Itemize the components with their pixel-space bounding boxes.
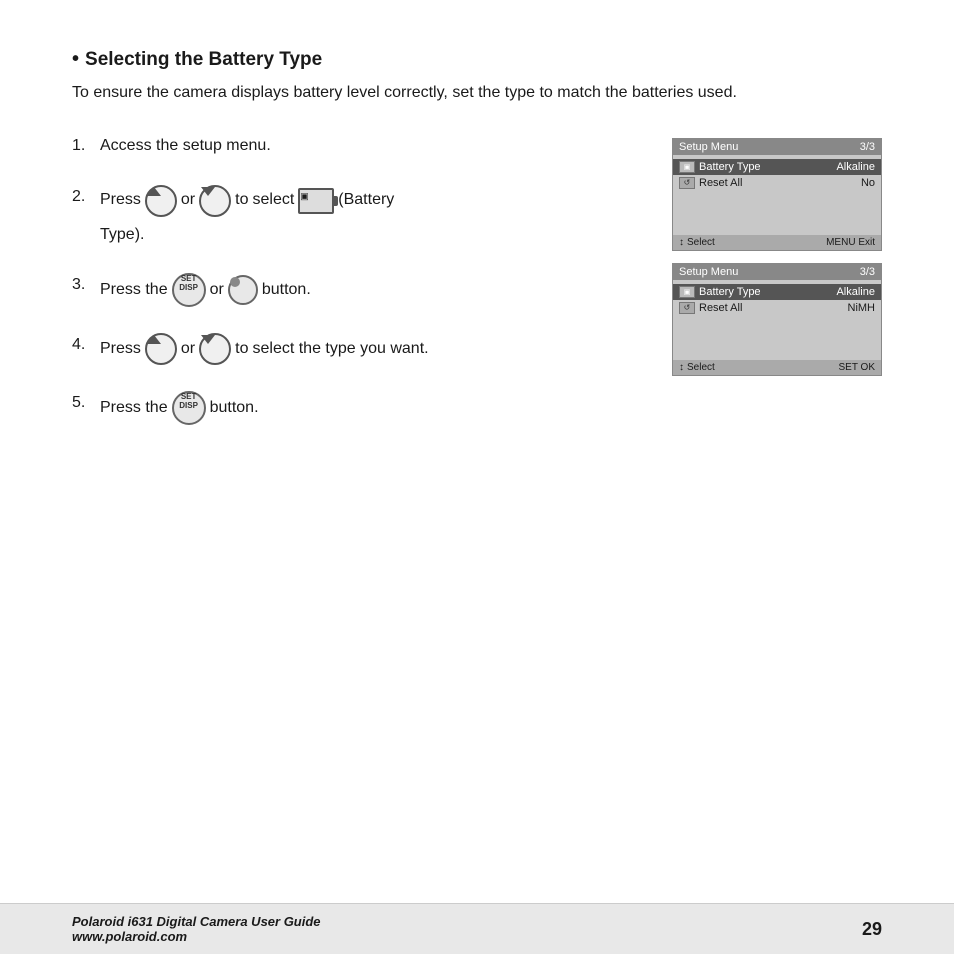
select-arrow-icon-2: ↕ (679, 362, 684, 373)
step-2-select: select (252, 188, 294, 213)
reset-row-icon-2: ↺ (679, 302, 695, 314)
joy-button-icon (228, 275, 258, 305)
section-title: • Selecting the Battery Type (72, 48, 882, 71)
screen-2-spacer (673, 316, 881, 356)
screen-1-footer-right: MENU Exit (826, 237, 875, 248)
title-text: Selecting the Battery Type (85, 49, 322, 71)
screen-1-row-1: ▣ Battery Type Alkaline (673, 159, 881, 175)
screen-1-title: Setup Menu (679, 141, 738, 153)
up-button-icon (145, 185, 177, 217)
step-5-number: 5. (72, 391, 100, 416)
screen-2-header: Setup Menu 3/3 (673, 264, 881, 280)
steps-list: 1. Access the setup menu. 2. Press or to… (72, 134, 642, 452)
screen-1-select-label: Select (687, 237, 715, 248)
step-2-content: Press or to select ▣ (Battery (100, 185, 642, 217)
step-4-number: 4. (72, 333, 100, 358)
footer-left: Polaroid i631 Digital Camera User Guide … (72, 914, 321, 944)
screen-1: Setup Menu 3/3 ▣ Battery Type Alkaline ↺… (672, 138, 882, 251)
step-1-content: Access the setup menu. (100, 134, 642, 159)
step-4-text: select the type you want. (252, 337, 428, 362)
screen-2: Setup Menu 3/3 ▣ Battery Type Alkaline ↺… (672, 263, 882, 376)
page-content: • Selecting the Battery Type To ensure t… (0, 0, 954, 451)
step-4-to: to (235, 337, 248, 362)
screen-1-spacer (673, 191, 881, 231)
screen-2-footer-left: ↕ Select (679, 362, 715, 373)
screen-1-footer-left: ↕ Select (679, 237, 715, 248)
step-3-button: button. (262, 278, 311, 303)
screen-1-footer: ↕ Select MENU Exit (673, 235, 881, 250)
screen-2-ok-label: OK (861, 362, 875, 373)
screen-2-body: ▣ Battery Type Alkaline ↺ Reset All NiMH (673, 280, 881, 360)
step-4-or: or (181, 337, 195, 362)
down-button-icon (199, 185, 231, 217)
screen-1-row-2-label: Reset All (699, 177, 857, 189)
bullet: • (72, 48, 79, 71)
screen-2-row-2: ↺ Reset All NiMH (673, 300, 881, 316)
step-2: 2. Press or to select ▣ (Battery (72, 185, 642, 217)
screen-1-exit-label: Exit (858, 237, 875, 248)
step-3-or: or (210, 278, 224, 303)
step-5: 5. Press the SETDISP button. (72, 391, 642, 425)
step-5-press: Press the (100, 396, 168, 421)
screen-1-menu-label: MENU (826, 237, 855, 248)
footer-line1: Polaroid i631 Digital Camera User Guide (72, 914, 321, 929)
screen-1-row-1-value: Alkaline (836, 161, 875, 173)
screen-1-row-2-value: No (861, 177, 875, 189)
step-2-or: or (181, 188, 195, 213)
screen-2-row-1: ▣ Battery Type Alkaline (673, 284, 881, 300)
reset-row-icon: ↺ (679, 177, 695, 189)
step-3-number: 3. (72, 273, 100, 298)
screen-2-footer: ↕ Select SET OK (673, 360, 881, 375)
down-button-icon-2 (199, 333, 231, 365)
screen-2-row-1-value: Alkaline (836, 286, 875, 298)
battery-type-icon: ▣ (298, 188, 334, 214)
screen-1-header: Setup Menu 3/3 (673, 139, 881, 155)
select-arrow-icon: ↕ (679, 237, 684, 248)
page-footer: Polaroid i631 Digital Camera User Guide … (0, 903, 954, 954)
footer-line2: www.polaroid.com (72, 929, 321, 944)
up-button-icon-2 (145, 333, 177, 365)
step-4-press: Press (100, 337, 141, 362)
set-disp-button-icon: SETDISP (172, 273, 206, 307)
screen-1-page: 3/3 (860, 141, 875, 153)
screen-1-body: ▣ Battery Type Alkaline ↺ Reset All No (673, 155, 881, 235)
screen-2-title: Setup Menu (679, 266, 738, 278)
screen-2-select-label: Select (687, 362, 715, 373)
step-3-press: Press the (100, 278, 168, 303)
step-3: 3. Press the SETDISP or button. (72, 273, 642, 307)
screen-2-row-2-value: NiMH (848, 302, 876, 314)
step-5-content: Press the SETDISP button. (100, 391, 642, 425)
step-4: 4. Press or to select the type you want. (72, 333, 642, 365)
step-1-text: Access the setup menu. (100, 134, 271, 159)
screen-2-row-2-label: Reset All (699, 302, 844, 314)
intro-text: To ensure the camera displays battery le… (72, 81, 882, 106)
step-2-line2: Type). (72, 223, 642, 248)
screen-2-row-1-label: Battery Type (699, 286, 832, 298)
set-disp-button-icon-2: SETDISP (172, 391, 206, 425)
screen-2-page: 3/3 (860, 266, 875, 278)
step-2-number: 2. (72, 185, 100, 210)
step-3-content: Press the SETDISP or button. (100, 273, 642, 307)
screen-2-set-label: SET (838, 362, 857, 373)
step-2-to: to (235, 188, 248, 213)
battery-row-icon: ▣ (679, 161, 695, 173)
battery-row-icon-2: ▣ (679, 286, 695, 298)
step-4-content: Press or to select the type you want. (100, 333, 642, 365)
screen-2-footer-right: SET OK (838, 362, 875, 373)
step-2-press: Press (100, 188, 141, 213)
screens-area: Setup Menu 3/3 ▣ Battery Type Alkaline ↺… (672, 138, 882, 452)
step-2-battery: (Battery (338, 188, 394, 213)
screen-1-row-2: ↺ Reset All No (673, 175, 881, 191)
step-1-number: 1. (72, 134, 100, 159)
screen-1-row-1-label: Battery Type (699, 161, 832, 173)
steps-area: 1. Access the setup menu. 2. Press or to… (72, 134, 882, 452)
footer-page-number: 29 (862, 919, 882, 940)
step-1: 1. Access the setup menu. (72, 134, 642, 159)
step-5-button: button. (210, 396, 259, 421)
